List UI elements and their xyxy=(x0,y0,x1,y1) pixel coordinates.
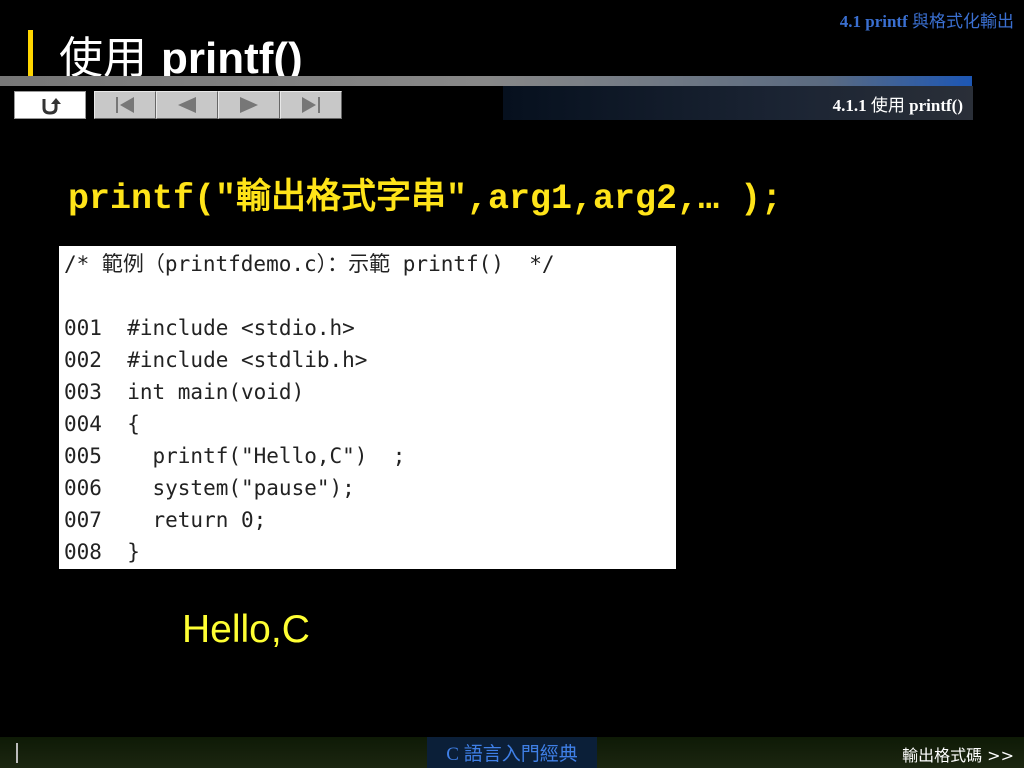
code-example-box: /* 範例（printfdemo.c）：示範 printf() */ 001 #… xyxy=(59,246,676,569)
next-page-icon xyxy=(240,97,258,113)
printf-syntax: printf("輸出格式字串",arg1,arg2,… ); xyxy=(68,179,783,219)
code-comment-header: /* 範例（printfdemo.c）：示範 printf() */ xyxy=(64,252,555,276)
page-nav-group xyxy=(94,91,342,121)
breadcrumb-en: 4.1 printf xyxy=(839,12,908,31)
slide-navigation xyxy=(14,91,342,121)
last-page-icon xyxy=(302,97,320,113)
code-line: 007 return 0; xyxy=(64,508,267,532)
code-line: 002 #include <stdlib.h> xyxy=(64,348,368,372)
previous-page-icon xyxy=(178,97,196,113)
previous-page-button[interactable] xyxy=(156,91,218,119)
title-accent-bar xyxy=(28,30,33,78)
footer-bar: C 語言入門經典 輸出格式碼 >> xyxy=(0,737,1024,768)
page-title-bar: 使用 printf() xyxy=(28,28,303,84)
code-line: 003 int main(void) xyxy=(64,380,305,404)
code-line: 005 printf("Hello,C") ; xyxy=(64,444,406,468)
section-header: 4.1.1 使用 printf() xyxy=(503,86,973,120)
section-number: 4.1.1 xyxy=(832,95,871,115)
last-page-button[interactable] xyxy=(280,91,342,119)
program-output: Hello,C xyxy=(182,608,310,651)
book-title-box: C 語言入門經典 xyxy=(427,737,597,768)
footer-marker xyxy=(16,743,18,763)
code-line: 008 } xyxy=(64,540,140,564)
next-topic-link[interactable]: 輸出格式碼 >> xyxy=(902,742,1014,766)
return-home-icon xyxy=(42,98,61,115)
breadcrumb-cn: 與格式化輸出 xyxy=(907,12,1014,31)
next-page-button[interactable] xyxy=(218,91,280,119)
first-page-icon xyxy=(116,97,134,113)
return-button[interactable] xyxy=(14,91,86,119)
code-line: 004 { xyxy=(64,412,140,436)
section-label: 4.1.1 使用 printf() xyxy=(833,91,963,116)
header-divider xyxy=(0,76,972,86)
first-page-button[interactable] xyxy=(94,91,156,119)
code-line: 006 system("pause"); xyxy=(64,476,355,500)
section-label-en: printf() xyxy=(909,95,963,115)
book-title: C 語言入門經典 xyxy=(446,744,578,765)
section-label-cn: 使用 xyxy=(870,95,910,115)
code-line: 001 #include <stdio.h> xyxy=(64,316,355,340)
chapter-breadcrumb: 4.1 printf 與格式化輸出 xyxy=(840,7,1014,32)
